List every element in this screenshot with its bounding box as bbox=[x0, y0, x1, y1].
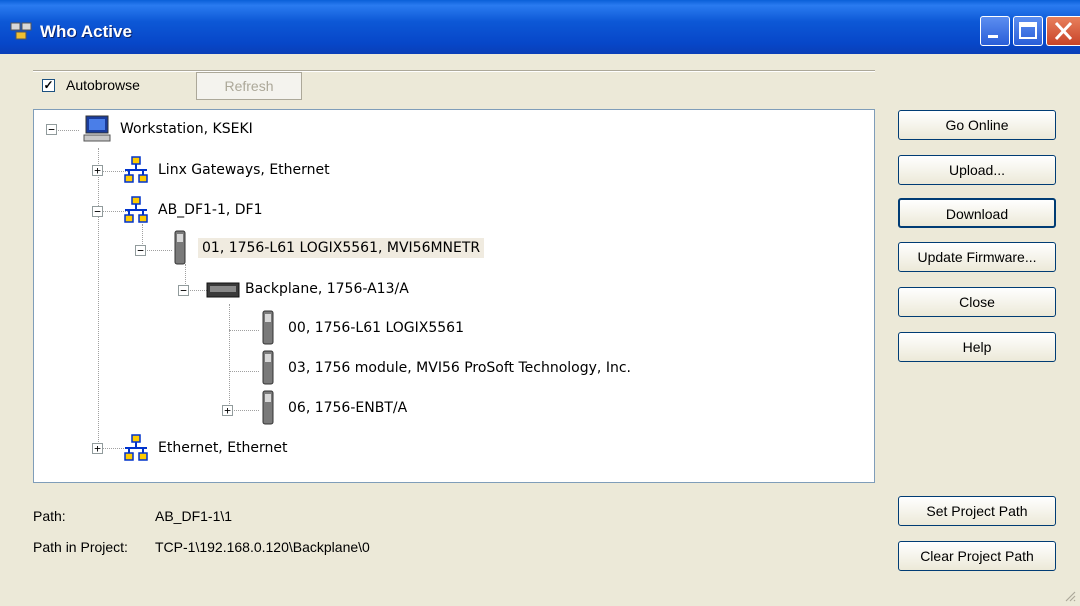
path-label: Path: bbox=[33, 508, 66, 524]
workstation-icon bbox=[83, 115, 111, 142]
project-path-value: TCP-1\192.168.0.120\Backplane\0 bbox=[155, 539, 370, 555]
collapse-toggle[interactable]: − bbox=[178, 285, 189, 296]
tree-node-linx[interactable]: Linx Gateways, Ethernet bbox=[158, 162, 330, 178]
expand-toggle[interactable]: + bbox=[222, 405, 233, 416]
expand-toggle[interactable]: + bbox=[92, 443, 103, 454]
minimize-button[interactable] bbox=[980, 16, 1010, 46]
help-button[interactable]: Help bbox=[898, 332, 1056, 362]
minimize-icon bbox=[988, 35, 998, 38]
expand-toggle[interactable]: + bbox=[92, 165, 103, 176]
tree-line bbox=[98, 148, 99, 448]
title-bar[interactable]: Who Active bbox=[0, 0, 1080, 54]
tree-line bbox=[229, 371, 259, 372]
update-firmware-button[interactable]: Update Firmware... bbox=[898, 242, 1056, 272]
who-active-window: Who Active ✓ Autobrowse Refresh − Workst… bbox=[0, 0, 1080, 606]
tree-node-df1[interactable]: AB_DF1-1, DF1 bbox=[158, 202, 263, 218]
tree-node-slot-06[interactable]: 06, 1756-ENBT/A bbox=[288, 400, 407, 416]
tree-line bbox=[142, 250, 172, 251]
tree-line bbox=[229, 304, 230, 410]
autobrowse-label: Autobrowse bbox=[66, 77, 140, 93]
close-button[interactable]: Close bbox=[898, 287, 1056, 317]
tree-node-slot-03[interactable]: 03, 1756 module, MVI56 ProSoft Technolog… bbox=[288, 360, 631, 376]
upload-button[interactable]: Upload... bbox=[898, 155, 1056, 185]
module-icon bbox=[174, 230, 186, 265]
project-path-label: Path in Project: bbox=[33, 539, 128, 555]
module-icon bbox=[262, 350, 274, 385]
window-title: Who Active bbox=[40, 22, 132, 41]
tree-node-processor[interactable]: 01, 1756-L61 LOGIX5561, MVI56MNETR bbox=[198, 238, 485, 258]
network-icon bbox=[124, 156, 148, 183]
clear-project-path-button[interactable]: Clear Project Path bbox=[898, 541, 1056, 571]
set-project-path-button[interactable]: Set Project Path bbox=[898, 496, 1056, 526]
resize-grip-icon[interactable] bbox=[1064, 590, 1076, 602]
tree-node-ethernet[interactable]: Ethernet, Ethernet bbox=[158, 440, 288, 456]
module-icon bbox=[262, 390, 274, 425]
close-window-button[interactable] bbox=[1046, 16, 1080, 46]
path-value: AB_DF1-1\1 bbox=[155, 508, 233, 524]
network-icon bbox=[124, 434, 148, 461]
tree-node-slot-00[interactable]: 00, 1756-L61 LOGIX5561 bbox=[288, 320, 464, 336]
app-icon bbox=[10, 22, 32, 40]
network-tree[interactable]: − Workstation, KSEKI + Linx Gateways, Et… bbox=[33, 109, 875, 483]
download-button[interactable]: Download bbox=[898, 198, 1056, 228]
close-icon bbox=[1054, 21, 1073, 41]
autobrowse-checkbox[interactable]: ✓ bbox=[42, 79, 55, 92]
refresh-button[interactable]: Refresh bbox=[196, 72, 302, 100]
maximize-icon bbox=[1019, 22, 1037, 39]
network-icon bbox=[124, 196, 148, 223]
module-icon bbox=[262, 310, 274, 345]
collapse-toggle[interactable]: − bbox=[135, 245, 146, 256]
tree-line bbox=[229, 330, 259, 331]
collapse-toggle[interactable]: − bbox=[46, 124, 57, 135]
backplane-icon bbox=[206, 282, 240, 298]
collapse-toggle[interactable]: − bbox=[92, 206, 103, 217]
tree-node-backplane[interactable]: Backplane, 1756-A13/A bbox=[245, 281, 409, 297]
go-online-button[interactable]: Go Online bbox=[898, 110, 1056, 140]
maximize-button[interactable] bbox=[1013, 16, 1043, 46]
group-separator bbox=[33, 70, 875, 72]
tree-line bbox=[229, 410, 259, 411]
tree-node-workstation[interactable]: Workstation, KSEKI bbox=[120, 121, 253, 137]
